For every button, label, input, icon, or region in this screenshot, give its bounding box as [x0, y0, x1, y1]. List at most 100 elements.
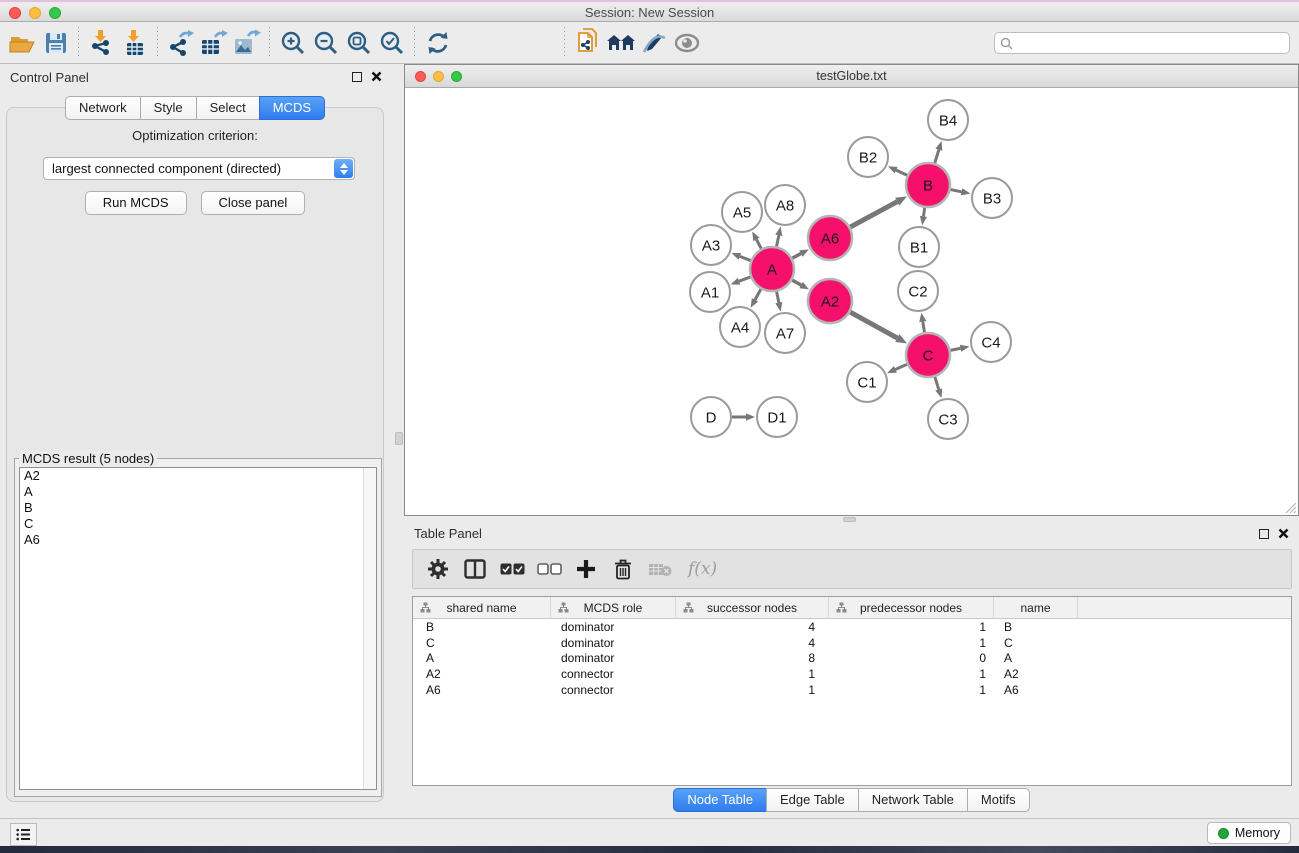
tab-motifs[interactable]: Motifs	[967, 788, 1030, 812]
cell-shared-name[interactable]: A2	[413, 667, 551, 681]
edge-B-B3[interactable]	[951, 190, 962, 192]
tab-style[interactable]: Style	[140, 96, 197, 120]
cell-predecessor-nodes[interactable]: 1	[829, 667, 994, 681]
edge-B-B2[interactable]	[896, 170, 907, 175]
cell-shared-name[interactable]: A6	[413, 683, 551, 697]
column-header-successor-nodes[interactable]: successor nodes	[676, 597, 829, 619]
edge-A6-B[interactable]	[850, 202, 897, 227]
tab-edge-table[interactable]: Edge Table	[766, 788, 859, 812]
graph-node-B[interactable]: B	[906, 163, 950, 207]
edge-A-A1[interactable]	[739, 277, 750, 281]
tab-node-table[interactable]: Node Table	[673, 788, 767, 812]
table-settings-button[interactable]	[425, 555, 451, 583]
column-header-name[interactable]: name	[994, 597, 1078, 619]
titlebar[interactable]: Session: New Session	[0, 0, 1299, 22]
edge-C-C4[interactable]	[951, 348, 961, 350]
float-panel-icon[interactable]	[352, 72, 362, 82]
delete-column-button[interactable]	[610, 555, 636, 583]
graph-node-A2[interactable]: A2	[808, 279, 852, 323]
cell-successor-nodes[interactable]: 8	[676, 651, 829, 665]
edge-C-C2[interactable]	[923, 322, 925, 333]
graph-node-B2[interactable]: B2	[848, 137, 888, 177]
graph-node-A4[interactable]: A4	[720, 307, 760, 347]
tab-network[interactable]: Network	[65, 96, 141, 120]
export-image-button[interactable]	[230, 26, 263, 60]
cell-name[interactable]: A6	[994, 683, 1078, 697]
result-item[interactable]: C	[20, 516, 376, 532]
result-item[interactable]: B	[20, 500, 376, 516]
search-input[interactable]	[1013, 34, 1289, 52]
edge-C-C1[interactable]	[895, 364, 907, 369]
table-row[interactable]: C dominator 4 1 C	[413, 635, 1291, 651]
cell-mcds-role[interactable]: dominator	[551, 620, 676, 634]
import-network-button[interactable]	[85, 26, 118, 60]
select-all-rows-button[interactable]	[499, 555, 525, 583]
export-network-button[interactable]	[164, 26, 197, 60]
cell-shared-name[interactable]: C	[413, 636, 551, 650]
cell-name[interactable]: A2	[994, 667, 1078, 681]
tab-select[interactable]: Select	[196, 96, 260, 120]
home-button[interactable]	[604, 26, 637, 60]
edge-A-A6[interactable]	[792, 254, 801, 259]
duplicate-network-button[interactable]	[571, 26, 604, 60]
result-item[interactable]: A2	[20, 468, 376, 484]
zoom-fit-button[interactable]	[342, 26, 375, 60]
table-row[interactable]: B dominator 4 1 B	[413, 619, 1291, 635]
close-panel-button[interactable]: Close panel	[201, 191, 306, 215]
edge-B-B4[interactable]	[935, 150, 939, 163]
graph-node-C3[interactable]: C3	[928, 399, 968, 439]
column-header-shared-name[interactable]: shared name	[413, 597, 551, 619]
save-session-button[interactable]	[39, 26, 72, 60]
edge-B-B1[interactable]	[923, 208, 924, 217]
export-table-button[interactable]	[197, 26, 230, 60]
hide-annotations-button[interactable]	[637, 26, 670, 60]
vertical-splitter-handle[interactable]	[395, 432, 403, 445]
edge-A-A8[interactable]	[777, 235, 779, 246]
toggle-graphics-details-button[interactable]	[670, 26, 703, 60]
cell-mcds-role[interactable]: connector	[551, 683, 676, 697]
graph-node-A6[interactable]: A6	[808, 216, 852, 260]
table-row[interactable]: A dominator 8 0 A	[413, 651, 1291, 667]
edge-A-A2[interactable]	[792, 280, 801, 285]
zoom-selected-button[interactable]	[375, 26, 408, 60]
refresh-view-button[interactable]	[421, 26, 454, 60]
edge-C-C3[interactable]	[935, 377, 939, 389]
cell-successor-nodes[interactable]: 1	[676, 683, 829, 697]
show-log-button[interactable]	[10, 823, 37, 846]
cell-predecessor-nodes[interactable]: 1	[829, 636, 994, 650]
cell-successor-nodes[interactable]: 1	[676, 667, 829, 681]
edge-A2-C[interactable]	[850, 312, 897, 338]
edge-A-A4[interactable]	[755, 289, 761, 300]
graph-node-C4[interactable]: C4	[971, 322, 1011, 362]
cell-predecessor-nodes[interactable]: 1	[829, 683, 994, 697]
edge-A-A5[interactable]	[756, 239, 761, 248]
close-panel-icon[interactable]	[371, 71, 382, 82]
float-table-panel-icon[interactable]	[1259, 529, 1269, 539]
cell-name[interactable]: B	[994, 620, 1078, 634]
run-mcds-button[interactable]: Run MCDS	[85, 191, 187, 215]
result-item[interactable]: A6	[20, 532, 376, 548]
graph-node-B1[interactable]: B1	[899, 227, 939, 267]
zoom-in-button[interactable]	[276, 26, 309, 60]
cell-shared-name[interactable]: B	[413, 620, 551, 634]
network-window-titlebar[interactable]: testGlobe.txt	[405, 65, 1298, 88]
import-table-button[interactable]	[118, 26, 151, 60]
add-column-button[interactable]	[573, 555, 599, 583]
graph-node-A[interactable]: A	[750, 247, 794, 291]
graph-node-A3[interactable]: A3	[691, 225, 731, 265]
tab-mcds[interactable]: MCDS	[259, 96, 325, 120]
graph-node-A1[interactable]: A1	[690, 272, 730, 312]
network-canvas[interactable]: B4B2BB3A8A5A6A3B1AC2A1A2A4A7C4CC1C3DD1	[405, 88, 1298, 515]
cell-successor-nodes[interactable]: 4	[676, 620, 829, 634]
cell-predecessor-nodes[interactable]: 0	[829, 651, 994, 665]
split-view-button[interactable]	[462, 555, 488, 583]
graph-node-C2[interactable]: C2	[898, 271, 938, 311]
graph-node-D1[interactable]: D1	[757, 397, 797, 437]
graph-node-A8[interactable]: A8	[765, 185, 805, 225]
graph-node-A5[interactable]: A5	[722, 192, 762, 232]
deselect-all-rows-button[interactable]	[536, 555, 562, 583]
criterion-dropdown[interactable]: largest connected component (directed)	[43, 157, 355, 180]
cell-name[interactable]: C	[994, 636, 1078, 650]
cell-name[interactable]: A	[994, 651, 1078, 665]
cell-mcds-role[interactable]: connector	[551, 667, 676, 681]
